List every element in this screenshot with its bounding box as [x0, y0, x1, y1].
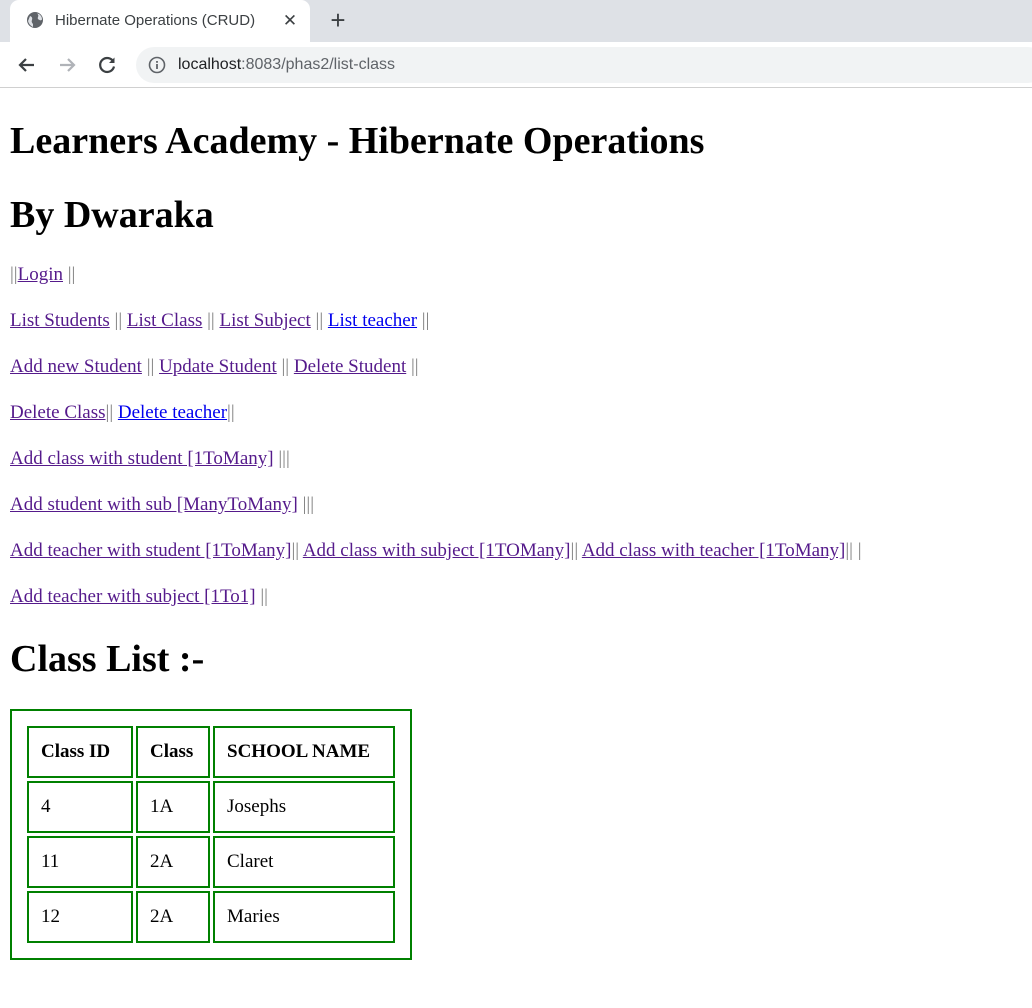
- browser-chrome: Hibernate Operations (CRUD) ✕ + localhos…: [0, 0, 1032, 88]
- login-link[interactable]: Login: [18, 264, 63, 285]
- separator: ||: [255, 586, 268, 607]
- nav-row-login: ||Login ||: [10, 263, 75, 287]
- nav-row-relations: Add teacher with student [1ToMany]|| Add…: [10, 539, 862, 563]
- globe-icon: [26, 11, 44, 29]
- nav-row-teacher-subject: Add teacher with subject [1To1] ||: [10, 585, 268, 609]
- url-text[interactable]: localhost:8083/phas2/list-class: [178, 56, 395, 74]
- separator: |||: [297, 494, 315, 515]
- delete-teacher-link[interactable]: Delete teacher: [118, 402, 227, 423]
- add-teacher-with-subject-link[interactable]: Add teacher with subject [1To1]: [10, 586, 256, 607]
- class-table: Class ID Class SCHOOL NAME 4 1A Josephs …: [10, 709, 412, 960]
- separator: ||: [570, 540, 582, 561]
- separator: ||: [63, 264, 76, 285]
- browser-tab[interactable]: Hibernate Operations (CRUD) ✕: [10, 0, 310, 42]
- separator: ||: [276, 356, 294, 377]
- separator: ||: [109, 310, 127, 331]
- list-teacher-link[interactable]: List teacher: [328, 310, 417, 331]
- back-arrow-icon[interactable]: [13, 51, 41, 79]
- add-teacher-with-student-link[interactable]: Add teacher with student [1ToMany]: [10, 540, 291, 561]
- delete-student-link[interactable]: Delete Student: [294, 356, 406, 377]
- separator: ||: [141, 356, 160, 377]
- list-class-link[interactable]: List Class: [127, 310, 202, 331]
- separator: ||: [291, 540, 303, 561]
- list-subject-link[interactable]: List Subject: [219, 310, 310, 331]
- add-class-with-subject-link[interactable]: Add class with subject [1TOMany]: [303, 540, 571, 561]
- separator: ||: [227, 402, 235, 423]
- cell-class-id: 11: [27, 836, 133, 888]
- nav-row-list: List Students || List Class || List Subj…: [10, 309, 429, 333]
- column-header-school-name: SCHOOL NAME: [213, 726, 395, 778]
- table-row: 12 2A Maries: [27, 891, 395, 943]
- info-icon[interactable]: [148, 56, 166, 74]
- add-student-link[interactable]: Add new Student: [10, 356, 142, 377]
- separator: ||: [417, 310, 430, 331]
- close-icon[interactable]: ✕: [280, 11, 300, 31]
- cell-class: 2A: [136, 891, 210, 943]
- separator: || |: [845, 540, 862, 561]
- cell-school-name: Maries: [213, 891, 395, 943]
- new-tab-icon[interactable]: +: [326, 7, 350, 33]
- url-path: :8083/phas2/list-class: [241, 56, 396, 73]
- add-class-with-student-link[interactable]: Add class with student [1ToMany]: [10, 448, 274, 469]
- separator: ||: [406, 356, 419, 377]
- cell-class: 1A: [136, 781, 210, 833]
- tab-strip: Hibernate Operations (CRUD) ✕ +: [0, 0, 1032, 42]
- separator: ||: [202, 310, 220, 331]
- nav-row-student-sub: Add student with sub [ManyToMany] |||: [10, 493, 314, 517]
- list-students-link[interactable]: List Students: [10, 310, 110, 331]
- cell-class-id: 4: [27, 781, 133, 833]
- table-header-row: Class ID Class SCHOOL NAME: [27, 726, 395, 778]
- separator: ||: [105, 402, 118, 423]
- update-student-link[interactable]: Update Student: [159, 356, 277, 377]
- cell-school-name: Josephs: [213, 781, 395, 833]
- tab-title: Hibernate Operations (CRUD): [55, 12, 256, 29]
- author-heading: By Dwaraka: [10, 194, 214, 236]
- forward-arrow-icon[interactable]: [53, 51, 81, 79]
- column-header-class: Class: [136, 726, 210, 778]
- nav-row-class-student: Add class with student [1ToMany] |||: [10, 447, 290, 471]
- page-title: Learners Academy - Hibernate Operations: [10, 120, 705, 162]
- table-row: 4 1A Josephs: [27, 781, 395, 833]
- column-header-class-id: Class ID: [27, 726, 133, 778]
- url-host: localhost: [178, 56, 242, 73]
- add-student-with-sub-link[interactable]: Add student with sub [ManyToMany]: [10, 494, 298, 515]
- cell-school-name: Claret: [213, 836, 395, 888]
- browser-toolbar: localhost:8083/phas2/list-class: [0, 42, 1032, 88]
- nav-row-student-crud: Add new Student || Update Student || Del…: [10, 355, 419, 379]
- separator: ||: [10, 264, 18, 285]
- separator: ||: [310, 310, 328, 331]
- separator: |||: [273, 448, 290, 469]
- class-list-heading: Class List :-: [10, 638, 205, 680]
- add-class-with-teacher-link[interactable]: Add class with teacher [1ToMany]: [582, 540, 846, 561]
- delete-class-link[interactable]: Delete Class: [10, 402, 106, 423]
- address-bar[interactable]: localhost:8083/phas2/list-class: [136, 47, 1032, 83]
- reload-icon[interactable]: [93, 51, 121, 79]
- cell-class: 2A: [136, 836, 210, 888]
- nav-row-delete: Delete Class|| Delete teacher||: [10, 401, 235, 425]
- table-row: 11 2A Claret: [27, 836, 395, 888]
- cell-class-id: 12: [27, 891, 133, 943]
